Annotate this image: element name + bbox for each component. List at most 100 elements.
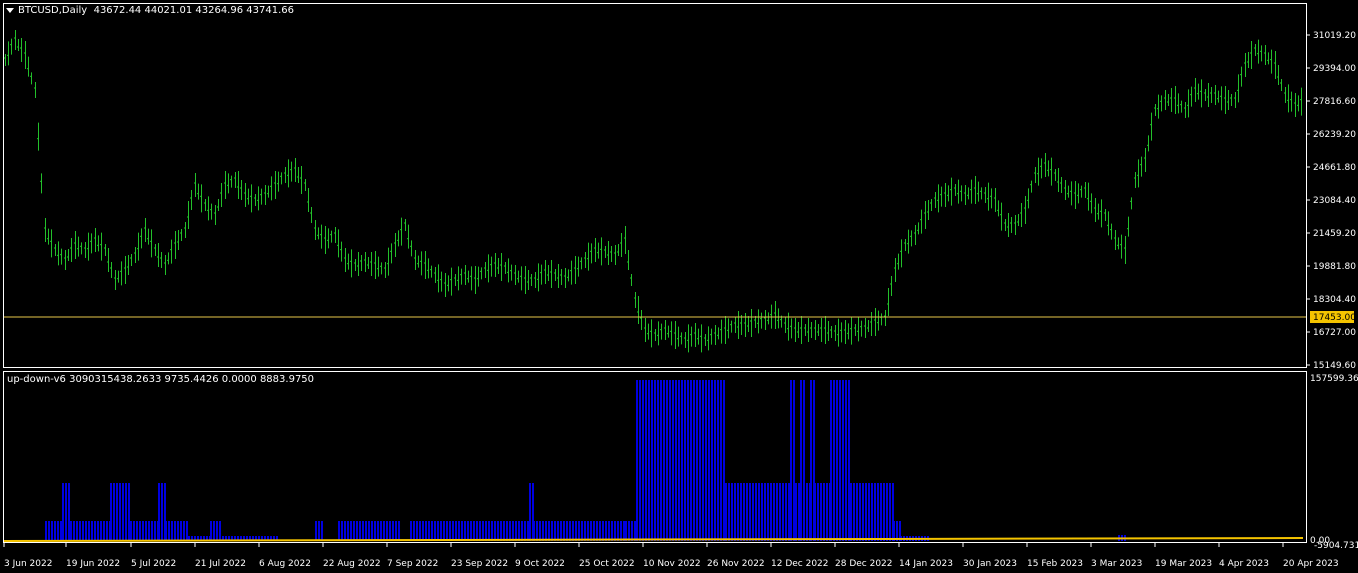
histogram-bar (800, 380, 802, 541)
histogram-bar (764, 483, 766, 541)
histogram-bar (548, 521, 550, 541)
histogram-bar (617, 521, 619, 541)
histogram-bar (889, 483, 891, 541)
histogram-bar (859, 483, 861, 541)
indicator-min-label: -5904.7317 (1314, 541, 1358, 551)
histogram-bar (100, 521, 102, 541)
histogram-bar (642, 380, 644, 541)
price-bars (4, 30, 1302, 353)
histogram-bar (868, 483, 870, 541)
histogram-bar (767, 483, 769, 541)
histogram-bar (725, 483, 727, 541)
histogram-bar (631, 521, 633, 541)
histogram-bar (494, 521, 496, 541)
histogram-bar (413, 521, 415, 541)
histogram-bar (798, 483, 800, 541)
histogram-bar (116, 483, 118, 541)
time-tick-label: 15 Feb 2023 (1027, 559, 1083, 569)
histogram-bar (103, 521, 105, 541)
histogram-bar (392, 521, 394, 541)
histogram-bar (128, 483, 130, 541)
histogram-bar (91, 521, 93, 541)
histogram-bar (605, 521, 607, 541)
price-tick-label: 23084.40 (1313, 196, 1356, 206)
histogram-bar (168, 521, 170, 541)
histogram-bar (419, 521, 421, 541)
histogram-bar (470, 521, 472, 541)
time-tick-label: 7 Sep 2022 (387, 559, 438, 569)
symbol-label: BTCUSD,Daily (18, 5, 88, 16)
histogram-bar (488, 521, 490, 541)
histogram-bar (723, 380, 725, 541)
histogram-bar (68, 483, 70, 541)
histogram-bar (148, 521, 150, 541)
histogram-bar (779, 483, 781, 541)
histogram-bar (70, 521, 72, 541)
histogram-bar (219, 521, 221, 541)
histogram-bar (500, 521, 502, 541)
histogram-bar (353, 521, 355, 541)
histogram-bar (871, 483, 873, 541)
histogram-bar (437, 521, 439, 541)
histogram-bar (529, 483, 531, 541)
histogram-bar (318, 521, 320, 541)
time-tick-label: 12 Dec 2022 (771, 559, 829, 569)
histogram-bar (455, 521, 457, 541)
histogram-bar (315, 521, 317, 541)
histogram-bar (731, 483, 733, 541)
histogram-bar (440, 521, 442, 541)
histogram-bar (690, 380, 692, 541)
histogram-bar (139, 521, 141, 541)
histogram-bar (371, 521, 373, 541)
histogram-bar (536, 521, 538, 541)
histogram-bar (705, 380, 707, 541)
histogram-bar (434, 521, 436, 541)
histogram-bar (590, 521, 592, 541)
time-tick-label: 19 Jun 2022 (66, 559, 120, 569)
histogram-bar (321, 521, 323, 541)
histogram-bar (347, 521, 349, 541)
histogram-bar (458, 521, 460, 541)
time-tick-label: 3 Jun 2022 (4, 559, 52, 569)
histogram-bar (830, 380, 832, 541)
chart-window[interactable]: 31019.20 29394.00 27816.60 26239.20 24661.80… (0, 0, 1358, 573)
chevron-down-icon[interactable] (6, 7, 14, 13)
histogram-bar (720, 380, 722, 541)
histogram-bar (57, 521, 59, 541)
histogram-bar (681, 380, 683, 541)
histogram-bar (422, 521, 424, 541)
histogram-bar (749, 483, 751, 541)
histogram-bar (817, 483, 819, 541)
histogram-bar (88, 521, 90, 541)
histogram-bar (634, 521, 636, 541)
histogram-bar (734, 483, 736, 541)
price-tick-label: 24661.80 (1313, 163, 1356, 173)
histogram-bar (758, 483, 760, 541)
histogram-bar (410, 521, 412, 541)
histogram-bar (862, 483, 864, 541)
histogram-bar (820, 483, 822, 541)
histogram-bar (356, 521, 358, 541)
histogram-bar (449, 521, 451, 541)
histogram-bar (663, 380, 665, 541)
histogram-bar (539, 521, 541, 541)
histogram-bar (65, 483, 67, 541)
histogram-bar (755, 483, 757, 541)
indicator-max-label: 157599.367 (1310, 374, 1358, 384)
histogram-bar (782, 483, 784, 541)
histogram-bar (839, 380, 841, 541)
histogram-bar (687, 380, 689, 541)
histogram-bar (836, 380, 838, 541)
time-axis: 3 Jun 2022 19 Jun 2022 5 Jul 2022 21 Jul 20… (3, 543, 1339, 569)
histogram-bar (886, 483, 888, 541)
histogram-bar (389, 521, 391, 541)
histogram-bar (380, 521, 382, 541)
histogram-bar (717, 380, 719, 541)
histogram-bar (177, 521, 179, 541)
histogram-bar (183, 521, 185, 541)
histogram-bar (60, 521, 62, 541)
histogram-bar (551, 521, 553, 541)
histogram-bar (113, 483, 115, 541)
time-tick-label: 26 Nov 2022 (707, 559, 765, 569)
histogram-bar (611, 521, 613, 541)
